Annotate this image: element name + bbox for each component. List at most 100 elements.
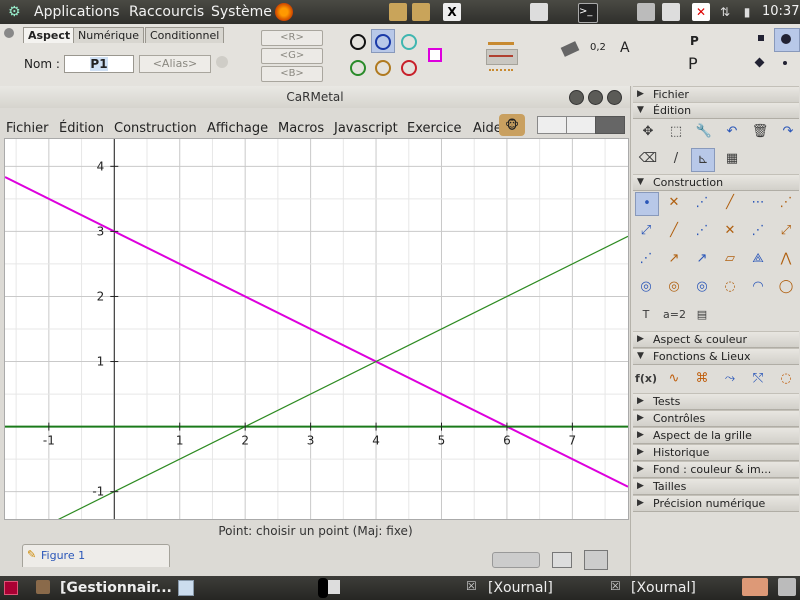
point-name-large[interactable]: P bbox=[688, 54, 698, 73]
vector2-tool-icon[interactable]: ↗ bbox=[691, 248, 713, 270]
layout-right-button[interactable] bbox=[595, 116, 625, 134]
locus2-icon[interactable]: ⤲ bbox=[747, 368, 769, 390]
pencil-icon[interactable]: / bbox=[665, 148, 687, 170]
task-gestionnaire[interactable]: [Gestionnair... bbox=[60, 579, 172, 597]
mail-icon[interactable] bbox=[662, 3, 680, 21]
section-fichier[interactable]: ▶ Fichier bbox=[633, 86, 799, 103]
name-field[interactable]: P1 bbox=[64, 55, 134, 73]
download-icon[interactable] bbox=[389, 3, 407, 21]
calculator-icon[interactable] bbox=[637, 3, 655, 21]
color-blue-icon[interactable] bbox=[375, 34, 391, 50]
section-construction[interactable]: ▼ Construction bbox=[633, 174, 799, 191]
tools-icon[interactable] bbox=[584, 550, 608, 570]
plot-svg[interactable]: -1 1 2 3 4 5 6 7 -1 1 2 3 4 bbox=[5, 139, 628, 519]
menu-exercice[interactable]: Exercice bbox=[407, 121, 461, 136]
custom-color-icon[interactable] bbox=[428, 48, 442, 62]
color-brown-icon[interactable] bbox=[375, 60, 391, 76]
section-grille[interactable]: ▶ Aspect de la grille bbox=[633, 427, 799, 444]
firefox-icon[interactable] bbox=[275, 3, 293, 21]
perpendicular-tool-icon[interactable]: ⋰ bbox=[691, 220, 713, 242]
line-tool-icon[interactable]: ╱ bbox=[719, 192, 741, 214]
expression-tool-icon[interactable]: a=2 bbox=[663, 304, 686, 326]
ubuntu-logo-icon[interactable]: ⚙ bbox=[8, 4, 21, 20]
label-icon[interactable]: A bbox=[620, 40, 630, 56]
arc2-tool-icon[interactable]: ◠ bbox=[747, 276, 769, 298]
blue-field[interactable]: <B> bbox=[261, 66, 323, 82]
alias-field[interactable]: <Alias> bbox=[139, 55, 211, 73]
midpoint-tool-icon[interactable]: ⋰ bbox=[691, 192, 713, 214]
point-tool-icon[interactable]: • bbox=[635, 192, 659, 216]
triangle-tool-icon[interactable]: ⟁ bbox=[747, 248, 769, 270]
line-dotted-icon[interactable] bbox=[489, 69, 513, 71]
clock[interactable]: 10:37 bbox=[762, 4, 799, 19]
section-controles[interactable]: ▶ Contrôles bbox=[633, 410, 799, 427]
trash-icon[interactable] bbox=[778, 578, 796, 596]
menu-edition[interactable]: Édition bbox=[59, 121, 104, 136]
circle-tool-icon[interactable]: ◎ bbox=[635, 276, 657, 298]
color-green-icon[interactable] bbox=[350, 60, 366, 76]
circle-radius-tool-icon[interactable]: ◎ bbox=[663, 276, 685, 298]
arc-tool-icon[interactable]: ◌ bbox=[719, 276, 741, 298]
maximize-button[interactable] bbox=[588, 90, 603, 105]
menu-fichier[interactable]: Fichier bbox=[6, 121, 49, 136]
table-tool-icon[interactable]: ▤ bbox=[691, 304, 713, 326]
implicit-curve-icon[interactable]: ⌘ bbox=[691, 368, 713, 390]
alias-toggle-icon[interactable] bbox=[216, 56, 228, 68]
task-xournal-1[interactable]: [Xournal] bbox=[488, 579, 553, 597]
axes-icon[interactable]: ⊾ bbox=[691, 148, 715, 172]
symmetry-tool-icon[interactable]: ⋰ bbox=[747, 220, 769, 242]
menu-systeme[interactable]: Système bbox=[211, 4, 272, 20]
point-name-small[interactable]: P bbox=[690, 34, 699, 48]
style-value[interactable]: 0,2 bbox=[590, 42, 606, 53]
section-precision[interactable]: ▶ Précision numérique bbox=[633, 495, 799, 512]
nav-arrows-button[interactable] bbox=[492, 552, 540, 568]
ray-tool-icon[interactable]: ⋰ bbox=[775, 192, 797, 214]
figure-tab[interactable]: ✎ Figure 1 bbox=[22, 544, 170, 567]
carmetal-task-icon[interactable] bbox=[328, 580, 340, 594]
menu-applications[interactable]: Applications bbox=[34, 4, 120, 20]
layout-top-button[interactable] bbox=[566, 116, 596, 134]
battery-icon[interactable]: ▮ bbox=[738, 3, 756, 21]
thickness-thin-icon[interactable] bbox=[489, 55, 513, 57]
translation-tool-icon[interactable]: ⋰ bbox=[635, 248, 657, 270]
color-cyan-icon[interactable] bbox=[401, 34, 417, 50]
tab-numerique[interactable]: Numérique bbox=[73, 27, 144, 43]
text-tool-icon[interactable]: T bbox=[635, 304, 657, 326]
properties-icon[interactable]: 🔧 bbox=[693, 121, 715, 143]
menu-macros[interactable]: Macros bbox=[278, 121, 324, 136]
monkey-icon[interactable]: 🐵 bbox=[499, 114, 525, 136]
delete-icon[interactable]: 🗑 bbox=[749, 121, 771, 143]
circle-3pts-tool-icon[interactable]: ◎ bbox=[691, 276, 713, 298]
parallel-tool-icon[interactable]: ╱ bbox=[663, 220, 685, 242]
active-window-marker[interactable] bbox=[318, 578, 328, 598]
move-icon[interactable]: ✥ bbox=[637, 121, 659, 143]
tab-conditionnel[interactable]: Conditionnel bbox=[145, 27, 225, 43]
point-diamond-icon[interactable] bbox=[754, 57, 765, 68]
section-historique[interactable]: ▶ Historique bbox=[633, 444, 799, 461]
segment-tool-icon[interactable]: ⋯ bbox=[747, 192, 769, 214]
upload-icon[interactable] bbox=[412, 3, 430, 21]
point-dot-icon[interactable] bbox=[783, 61, 787, 65]
section-fonctions-lieux[interactable]: ▼ Fonctions & Lieux bbox=[633, 348, 799, 365]
task-xournal-2[interactable]: [Xournal] bbox=[631, 579, 696, 597]
network-icon[interactable]: ⇅ bbox=[716, 3, 734, 21]
redo-icon[interactable]: ↷ bbox=[777, 121, 799, 143]
show-desktop-icon[interactable] bbox=[4, 581, 18, 595]
editor-icon[interactable] bbox=[530, 3, 548, 21]
polygon-tool-icon[interactable]: ▱ bbox=[719, 248, 741, 270]
workspace-switcher[interactable] bbox=[742, 578, 768, 596]
color-black-icon[interactable] bbox=[350, 34, 366, 50]
point-circle-icon[interactable] bbox=[781, 34, 791, 44]
arrow-tool-icon[interactable]: ↗ bbox=[663, 248, 685, 270]
terminal-icon[interactable]: >_ bbox=[578, 3, 598, 23]
pin-icon[interactable] bbox=[4, 28, 14, 38]
layout-left-button[interactable] bbox=[537, 116, 567, 134]
green-field[interactable]: <G> bbox=[261, 48, 323, 64]
close-icon[interactable]: ✕ bbox=[692, 3, 710, 21]
menu-javascript[interactable]: Javascript bbox=[334, 121, 398, 136]
function-icon[interactable]: f(x) bbox=[635, 368, 657, 390]
conic-tool-icon[interactable]: ◯ bbox=[775, 276, 797, 298]
eraser-icon[interactable] bbox=[560, 41, 580, 57]
menu-aide[interactable]: Aide bbox=[473, 121, 502, 136]
menu-construction[interactable]: Construction bbox=[114, 121, 197, 136]
